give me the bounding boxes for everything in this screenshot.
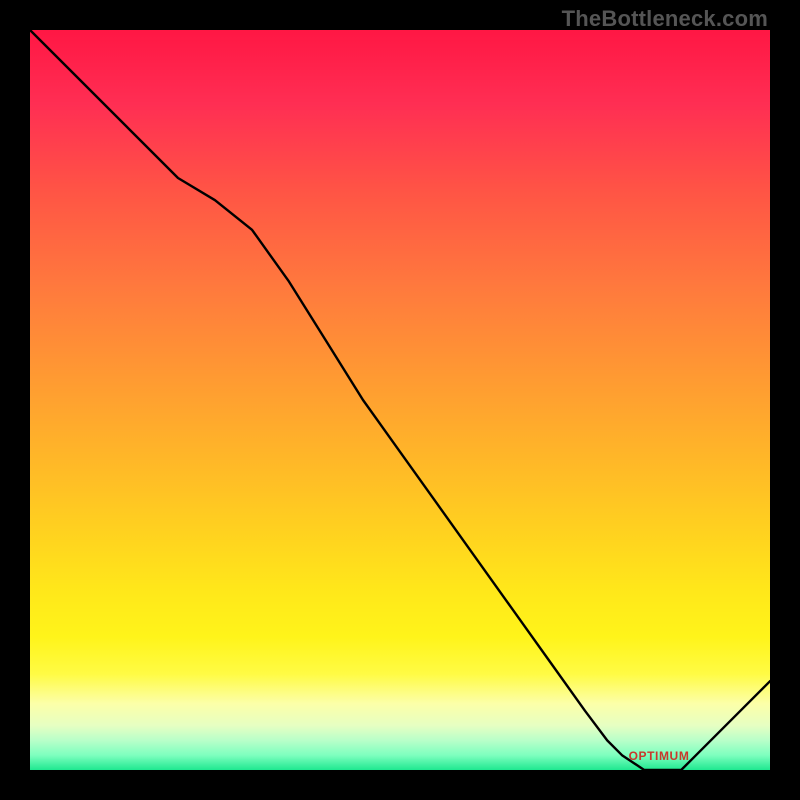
- source-watermark: TheBottleneck.com: [562, 6, 768, 32]
- optimum-label: OPTIMUM: [629, 749, 690, 763]
- bottleneck-curve: [30, 30, 770, 770]
- line-layer: [30, 30, 770, 770]
- chart-frame: TheBottleneck.com OPTIMUM: [0, 0, 800, 800]
- plot-area: OPTIMUM: [30, 30, 770, 770]
